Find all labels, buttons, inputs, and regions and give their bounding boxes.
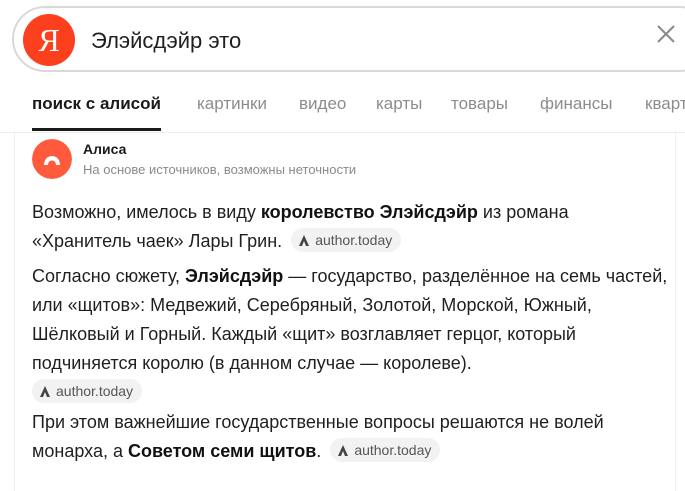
source-chip[interactable]: author.today <box>32 379 143 404</box>
tab-search-with-alice[interactable]: поиск с алисой <box>32 94 161 131</box>
tab-apartments[interactable]: кварт <box>645 94 685 114</box>
answer-paragraph-3: При этом важнейшие государственные вопро… <box>32 412 604 463</box>
close-icon[interactable] <box>654 22 678 46</box>
tab-products[interactable]: товары <box>451 94 508 114</box>
answer-disclaimer: На основе источников, возможны неточност… <box>83 162 357 177</box>
tab-video[interactable]: видео <box>299 94 346 114</box>
source-favicon-icon <box>338 445 349 457</box>
search-input[interactable]: Элэйсдэйр это <box>91 28 241 54</box>
alice-avatar-icon <box>32 139 72 179</box>
yandex-logo[interactable]: Я <box>23 14 75 66</box>
answer-author: Алиса <box>83 141 127 157</box>
source-chip[interactable]: author.today <box>330 438 441 463</box>
search-bar[interactable]: Я Элэйсдэйр это <box>12 6 685 72</box>
answer-paragraph-2: Согласно сюжету, Элэйсдэйр — государство… <box>32 262 672 407</box>
tab-maps[interactable]: карты <box>376 94 422 114</box>
source-favicon-icon <box>299 235 310 247</box>
tab-images[interactable]: картинки <box>197 94 267 114</box>
source-favicon-icon <box>40 386 50 398</box>
search-tabs: поиск с алисой картинки видео карты това… <box>0 86 685 133</box>
answer-paragraph-1: Возможно, имелось в виду королевство Элэ… <box>32 202 569 253</box>
source-chip[interactable]: author.today <box>291 228 402 253</box>
tab-finance[interactable]: финансы <box>540 94 612 114</box>
